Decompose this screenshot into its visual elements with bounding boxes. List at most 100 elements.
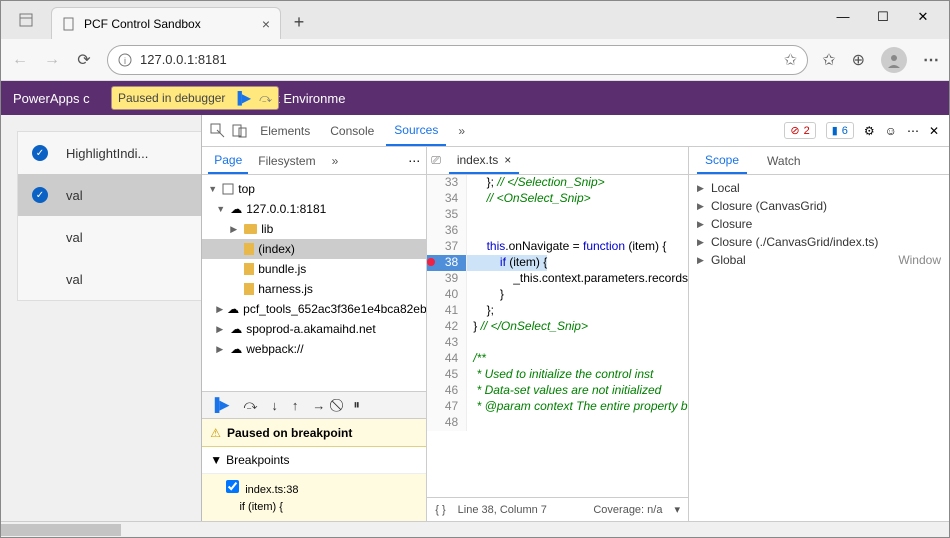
favorite-icon[interactable]: ✩	[784, 50, 797, 70]
close-file-icon[interactable]: ×	[504, 153, 511, 167]
forward-button[interactable]: →	[43, 51, 61, 69]
tab-scope[interactable]: Scope	[697, 147, 747, 174]
scope-panel: Scope Watch ▶Local ▶Closure (CanvasGrid)…	[689, 147, 949, 521]
coverage-status: Coverage: n/a	[593, 504, 662, 516]
tab-watch[interactable]: Watch	[759, 147, 809, 174]
tab-console[interactable]: Console	[322, 115, 382, 146]
browser-menu-button[interactable]: ⋯	[923, 50, 939, 70]
devtools: Elements Console Sources » ⊘ 2 ▮ 6 ⚙ ☺ ⋯…	[201, 115, 949, 521]
file-icon	[244, 283, 254, 295]
resume-icon[interactable]: ▐▶	[233, 91, 251, 105]
error-count-badge[interactable]: ⊘ 2	[784, 122, 815, 139]
coverage-menu-icon[interactable]: ▾	[674, 503, 680, 516]
code-line[interactable]: 37 this.onNavigate = function (item) {	[427, 239, 688, 255]
feedback-icon[interactable]: ☺	[885, 124, 897, 138]
code-line[interactable]: 48	[427, 415, 688, 431]
new-tab-button[interactable]: +	[285, 12, 313, 33]
code-line[interactable]: 38 if (item) {	[427, 255, 688, 271]
horizontal-scrollbar[interactable]	[1, 521, 949, 537]
url-text: 127.0.0.1:8181	[140, 52, 776, 67]
code-line[interactable]: 46 * Data-set values are not initialized	[427, 383, 688, 399]
navigator-more-icon[interactable]: ⋯	[408, 154, 420, 168]
browser-tab[interactable]: PCF Control Sandbox ×	[51, 7, 281, 39]
more-icon[interactable]: ⋯	[907, 124, 919, 138]
subtab-filesystem[interactable]: Filesystem	[252, 147, 321, 174]
refresh-button[interactable]: ⟳	[75, 51, 93, 69]
code-line[interactable]: 41 };	[427, 303, 688, 319]
site-info-icon[interactable]: i	[118, 53, 132, 67]
code-line[interactable]: 45 * Used to initialize the control inst	[427, 367, 688, 383]
step-over-icon[interactable]: ⤼	[259, 91, 272, 106]
code-line[interactable]: 35	[427, 207, 688, 223]
paused-label: Paused in debugger	[118, 91, 225, 105]
subtabs-overflow-icon[interactable]: »	[326, 147, 345, 174]
code-line[interactable]: 47 * @param context The entire property …	[427, 399, 688, 415]
step-out-button[interactable]: ↑	[292, 398, 299, 413]
code-line[interactable]: 43	[427, 335, 688, 351]
code-line[interactable]: 33 }; // </Selection_Snip>	[427, 175, 688, 191]
sources-navigator: Page Filesystem » ⋯ ▼top ▼127.0.0.1:8181…	[202, 147, 427, 521]
address-bar: ← → ⟳ i 127.0.0.1:8181 ✩ ✩ ⊕ ⋯	[1, 39, 949, 81]
subtab-page[interactable]: Page	[208, 147, 248, 174]
resume-button[interactable]: ▐▶	[210, 397, 229, 413]
maximize-button[interactable]: ☐	[873, 9, 893, 25]
file-icon	[244, 243, 254, 255]
step-over-button[interactable]: ⤼	[243, 397, 257, 413]
close-window-button[interactable]: ✕	[913, 9, 933, 25]
cloud-icon	[227, 302, 239, 316]
code-body[interactable]: 33 }; // </Selection_Snip>34 // <OnSelec…	[427, 175, 688, 497]
app-title-left: PowerApps c	[13, 91, 90, 106]
scope-row[interactable]: ▶GlobalWindow	[689, 251, 949, 269]
code-line[interactable]: 34 // <OnSelect_Snip>	[427, 191, 688, 207]
tab-sources[interactable]: Sources	[386, 115, 446, 146]
code-line[interactable]: 44/**	[427, 351, 688, 367]
code-line[interactable]: 42} // </OnSelect_Snip>	[427, 319, 688, 335]
close-tab-icon[interactable]: ×	[262, 16, 270, 32]
step-into-button[interactable]: ↓	[271, 398, 278, 413]
favorites-hub-icon[interactable]: ✩	[822, 50, 835, 70]
row-checkbox-icon[interactable]	[32, 145, 48, 161]
device-toolbar-icon[interactable]	[230, 122, 248, 140]
cloud-icon	[230, 322, 242, 336]
warning-count-badge[interactable]: ▮ 6	[826, 122, 854, 139]
pcf-row[interactable]: val	[18, 174, 201, 216]
back-button[interactable]: ←	[11, 51, 29, 69]
cloud-icon	[230, 202, 242, 216]
debugger-paused-overlay: Paused in debugger ▐▶ ⤼	[111, 86, 279, 110]
pcf-row[interactable]: HighlightIndi...	[18, 132, 201, 174]
devtools-tabstrip: Elements Console Sources » ⊘ 2 ▮ 6 ⚙ ☺ ⋯…	[202, 115, 949, 147]
document-icon	[62, 17, 76, 31]
row-checkbox-icon[interactable]	[32, 187, 48, 203]
breakpoint-item[interactable]: index.ts:38 if (item) {	[202, 474, 426, 521]
scope-row[interactable]: ▶Closure (./CanvasGrid/index.ts)	[689, 233, 949, 251]
browser-menu-icon	[19, 13, 33, 27]
settings-gear-icon[interactable]: ⚙	[864, 124, 875, 138]
minimize-button[interactable]: —	[833, 9, 853, 24]
url-field[interactable]: i 127.0.0.1:8181 ✩	[107, 45, 808, 75]
tree-selected: (index)	[202, 239, 426, 259]
pause-exceptions-button[interactable]: ⏸	[353, 397, 360, 413]
brackets-icon[interactable]: { }	[435, 504, 445, 516]
pcf-grid[interactable]: HighlightIndi... val val val	[17, 131, 201, 301]
file-tree[interactable]: ▼top ▼127.0.0.1:8181 ▶lib (index) bundle…	[202, 175, 426, 391]
breakpoints-header[interactable]: ▼Breakpoints	[202, 447, 426, 474]
tabs-overflow-icon[interactable]: »	[450, 115, 473, 146]
breakpoint-checkbox[interactable]	[226, 480, 239, 493]
profile-avatar[interactable]	[881, 47, 907, 73]
code-line[interactable]: 40 }	[427, 287, 688, 303]
pcf-row[interactable]: val	[18, 258, 201, 300]
code-line[interactable]: 39 _this.context.parameters.records	[427, 271, 688, 287]
step-button[interactable]: →	[312, 398, 325, 413]
scope-row[interactable]: ▶Local	[689, 179, 949, 197]
scope-row[interactable]: ▶Closure	[689, 215, 949, 233]
open-file-tab[interactable]: index.ts×	[449, 147, 519, 174]
code-line[interactable]: 36	[427, 223, 688, 239]
inspect-element-icon[interactable]	[208, 122, 226, 140]
collections-icon[interactable]: ⊕	[852, 50, 865, 70]
close-devtools-icon[interactable]: ✕	[929, 124, 939, 138]
scope-row[interactable]: ▶Closure (CanvasGrid)	[689, 197, 949, 215]
folder-icon	[244, 224, 257, 234]
toggle-navigator-icon[interactable]: ⎚	[431, 153, 441, 168]
tab-elements[interactable]: Elements	[252, 115, 318, 146]
pcf-row[interactable]: val	[18, 216, 201, 258]
